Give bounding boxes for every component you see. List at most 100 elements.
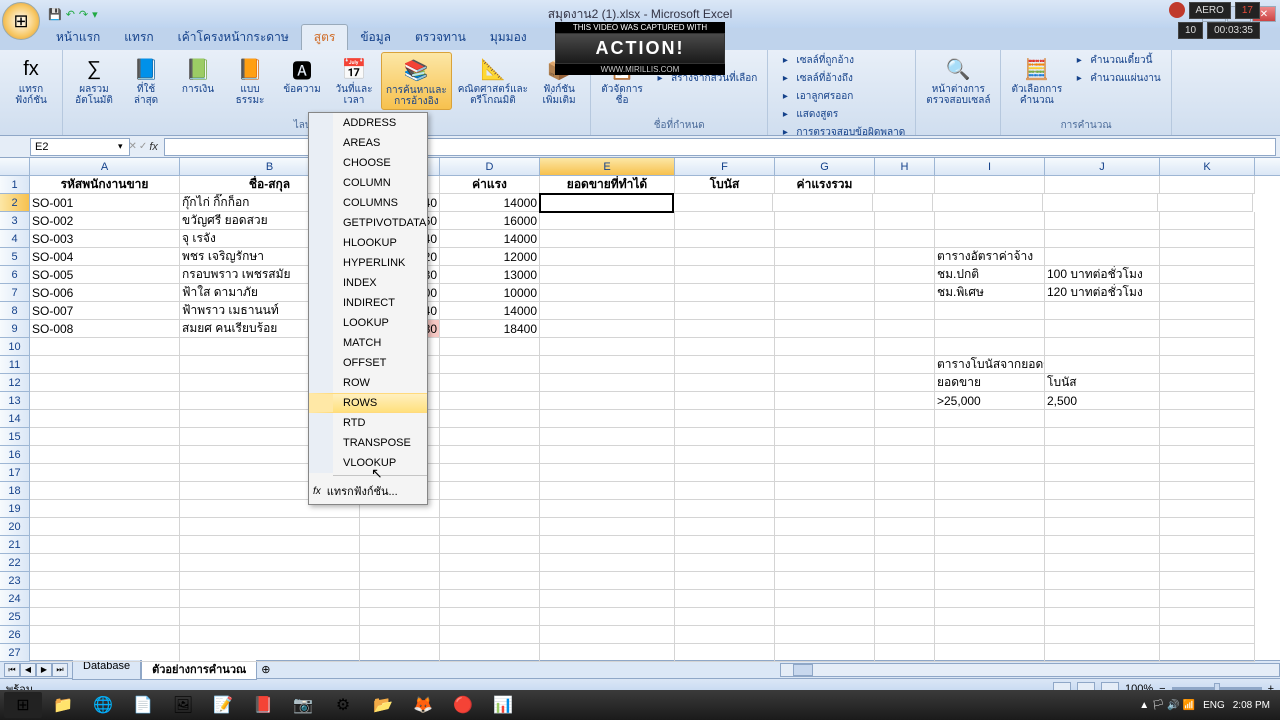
cell[interactable] — [775, 590, 875, 608]
cell[interactable] — [875, 572, 935, 590]
cell[interactable] — [30, 446, 180, 464]
cell[interactable] — [30, 338, 180, 356]
fx-button[interactable]: fx — [149, 141, 158, 153]
cell[interactable] — [440, 518, 540, 536]
cell[interactable] — [933, 194, 1043, 212]
cell[interactable]: 14000 — [440, 302, 540, 320]
qat-dropdown-icon[interactable]: ▾ — [92, 8, 98, 21]
cell[interactable] — [30, 608, 180, 626]
cell[interactable] — [1045, 500, 1160, 518]
cell[interactable] — [30, 554, 180, 572]
cell[interactable] — [1045, 644, 1160, 662]
name-box[interactable]: E2 — [30, 138, 130, 156]
ribbon-button[interactable]: 🧮ตัวเลือกการคำนวณ — [1007, 52, 1066, 108]
cell[interactable] — [675, 230, 775, 248]
cell[interactable] — [935, 428, 1045, 446]
horizontal-scrollbar[interactable] — [780, 663, 1280, 677]
row-header[interactable]: 27 — [0, 644, 30, 662]
cell[interactable] — [1160, 626, 1255, 644]
cell[interactable]: SO-008 — [30, 320, 180, 338]
cell[interactable] — [875, 464, 935, 482]
dropdown-item[interactable]: ROW — [309, 373, 427, 393]
cell[interactable] — [775, 410, 875, 428]
cell[interactable] — [875, 356, 935, 374]
row-header[interactable]: 5 — [0, 248, 30, 266]
row-header[interactable]: 2 — [0, 194, 30, 212]
ribbon-button[interactable]: 🔍หน้าต่างการตรวจสอบเซลล์ — [922, 52, 994, 108]
cell[interactable] — [875, 536, 935, 554]
cell[interactable] — [360, 626, 440, 644]
dropdown-item[interactable]: GETPIVOTDATA — [309, 213, 427, 233]
cell[interactable] — [775, 320, 875, 338]
cell[interactable] — [935, 410, 1045, 428]
qat-save[interactable]: 💾 — [48, 8, 62, 21]
cell[interactable]: รหัสพนักงานขาย — [30, 176, 180, 194]
row-header[interactable]: 4 — [0, 230, 30, 248]
cell[interactable] — [1045, 176, 1160, 194]
cell[interactable] — [30, 482, 180, 500]
cell[interactable] — [1045, 428, 1160, 446]
tab-nav-next[interactable]: ▶ — [36, 663, 52, 677]
ribbon-item[interactable]: ▸สร้างจากส่วนที่เลือก — [649, 70, 761, 87]
cell[interactable] — [30, 374, 180, 392]
cell[interactable] — [360, 608, 440, 626]
cell[interactable] — [1045, 320, 1160, 338]
dropdown-item[interactable]: HYPERLINK — [309, 253, 427, 273]
cell[interactable] — [675, 338, 775, 356]
cell[interactable] — [675, 572, 775, 590]
cell[interactable] — [180, 590, 360, 608]
cell[interactable] — [440, 536, 540, 554]
ribbon-button[interactable]: fxแทรกฟังก์ชัน — [6, 52, 56, 108]
cell[interactable] — [675, 392, 775, 410]
cell[interactable] — [935, 500, 1045, 518]
cell[interactable] — [440, 572, 540, 590]
cell[interactable]: 120 บาทต่อชั่วโมง — [1045, 284, 1160, 302]
column-header[interactable]: K — [1160, 158, 1255, 175]
cell[interactable] — [1045, 410, 1160, 428]
cell[interactable] — [675, 536, 775, 554]
cell[interactable] — [935, 572, 1045, 590]
cell[interactable]: 14000 — [440, 194, 540, 212]
cell[interactable] — [1045, 212, 1160, 230]
cell[interactable] — [360, 536, 440, 554]
cell[interactable] — [775, 266, 875, 284]
cell[interactable] — [1160, 374, 1255, 392]
row-header[interactable]: 26 — [0, 626, 30, 644]
cell[interactable] — [875, 518, 935, 536]
cell[interactable] — [775, 518, 875, 536]
row-header[interactable]: 13 — [0, 392, 30, 410]
row-header[interactable]: 9 — [0, 320, 30, 338]
cell[interactable] — [1160, 482, 1255, 500]
cell[interactable] — [180, 626, 360, 644]
taskbar-app[interactable]: 🌐 — [84, 692, 122, 718]
cell[interactable] — [30, 590, 180, 608]
cell[interactable] — [875, 374, 935, 392]
taskbar-app[interactable]: 📝 — [204, 692, 242, 718]
cell[interactable]: SO-007 — [30, 302, 180, 320]
cell[interactable] — [875, 320, 935, 338]
cell[interactable] — [675, 428, 775, 446]
cell[interactable] — [540, 626, 675, 644]
cell[interactable]: SO-001 — [30, 194, 180, 212]
cell[interactable] — [540, 374, 675, 392]
cell[interactable] — [935, 176, 1045, 194]
row-header[interactable]: 16 — [0, 446, 30, 464]
cell[interactable]: ตารางอัตราค่าจ้าง — [935, 248, 1045, 266]
cell[interactable] — [1045, 608, 1160, 626]
column-header[interactable]: G — [775, 158, 875, 175]
cell[interactable]: SO-004 — [30, 248, 180, 266]
cell[interactable] — [440, 428, 540, 446]
cell[interactable]: โบนัส — [675, 176, 775, 194]
cell[interactable] — [875, 626, 935, 644]
cell[interactable] — [440, 644, 540, 662]
sheet-tab[interactable]: Database — [72, 659, 141, 680]
column-header[interactable]: H — [875, 158, 935, 175]
cell[interactable] — [1160, 518, 1255, 536]
ribbon-tab[interactable]: มุมมอง — [478, 25, 539, 50]
worksheet[interactable]: ABCDEFGHIJK 1รหัสพนักงานขายชื่อ-สกุลารทำ… — [0, 158, 1280, 660]
cell[interactable] — [775, 446, 875, 464]
row-header[interactable]: 14 — [0, 410, 30, 428]
ribbon-item[interactable]: ▸กำหนดชื่อ — [649, 52, 761, 69]
cell[interactable] — [540, 572, 675, 590]
ribbon-tab[interactable]: สูตร — [301, 24, 349, 50]
